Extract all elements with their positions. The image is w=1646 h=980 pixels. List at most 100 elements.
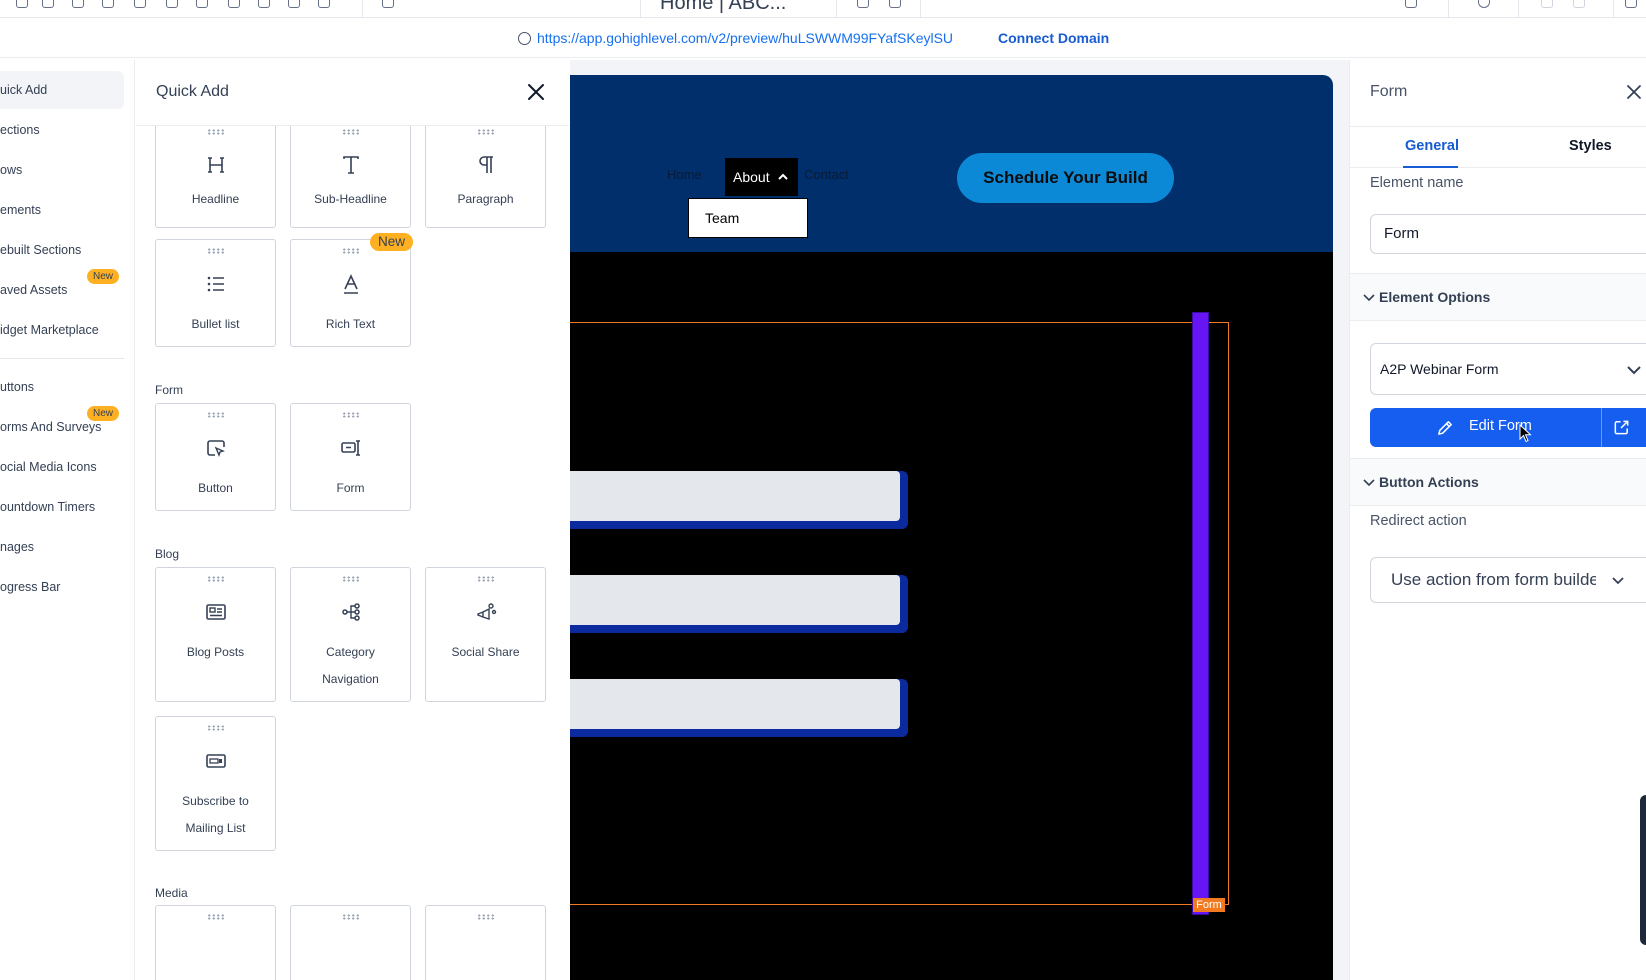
chevron-down-icon [1627,366,1641,375]
sidebar-item-widget-marketplace[interactable]: idget Marketplace [0,311,124,349]
close-icon[interactable] [524,80,548,104]
drag-handle-icon [477,914,495,920]
toolbar-icon[interactable] [102,0,114,8]
nav-link-home[interactable]: Home [667,167,702,182]
toolbar-icon[interactable] [228,0,240,8]
floating-widget-edge[interactable] [1640,795,1646,945]
edit-form-button[interactable]: Edit Form [1370,408,1646,447]
element-card-sub-headline[interactable]: Sub-Headline [290,126,411,228]
toolbar-icon[interactable] [288,0,300,8]
element-card-form[interactable]: Form [290,403,411,511]
sidebar-item-sections[interactable]: ections [0,111,124,149]
device-desktop-icon[interactable] [857,0,869,8]
undo-icon[interactable] [1541,0,1553,8]
preview-url-link[interactable]: https://app.gohighlevel.com/v2/preview/h… [537,30,953,46]
element-card-label: Subscribe to [182,794,249,808]
drag-handle-icon [342,129,360,135]
builder-canvas[interactable]: Home About Contact Team Schedule Your Bu… [570,60,1349,980]
sidebar-item-countdown-timers[interactable]: ountdown Timers [0,488,124,526]
sidebar-item-social-media-icons[interactable]: ocial Media Icons [0,448,124,486]
button-actions-accordion[interactable]: Button Actions [1350,458,1646,506]
close-icon[interactable] [1624,82,1644,102]
element-card-headline[interactable]: Headline [155,126,276,228]
schedule-build-button[interactable]: Schedule Your Build [957,153,1174,203]
preview-url-bar: https://app.gohighlevel.com/v2/preview/h… [0,18,1646,58]
element-card-blog-posts[interactable]: Blog Posts [155,567,276,702]
sidebar-item-quick-add[interactable]: uick Add [0,71,124,109]
form-input-field[interactable] [570,575,908,633]
chevron-down-icon [1612,577,1624,585]
toolbar-icon[interactable] [1405,0,1417,8]
element-card-subscribe-to-mailing-list[interactable]: Subscribe to Mailing List [155,716,276,851]
tab-general[interactable]: General [1405,138,1459,154]
toolbar-icon[interactable] [166,0,178,8]
element-card-label: Navigation [322,672,379,686]
element-card-label: Rich Text [325,317,376,331]
site-header-section[interactable]: Home About Contact Team Schedule Your Bu… [570,75,1333,252]
device-mobile-icon[interactable] [889,0,901,8]
connect-domain-link[interactable]: Connect Domain [998,30,1109,46]
globe-icon [518,32,531,45]
toolbar-icon[interactable] [16,0,28,8]
element-card[interactable] [425,905,546,980]
toolbar-icon[interactable] [1625,0,1637,8]
accordion-title: Element Options [1379,289,1491,305]
sidebar-item-prebuilt-sections[interactable]: ebuilt Sections [0,231,124,269]
nav-dropdown-item-team[interactable]: Team [705,210,739,226]
element-card-button[interactable]: Button [155,403,276,511]
sidebar-item-progress-bar[interactable]: ogress Bar [0,568,124,606]
form-element-bar[interactable] [1192,312,1209,915]
toolbar-icon[interactable] [318,0,330,8]
element-card-paragraph[interactable]: Paragraph [425,126,546,228]
toolbar-divider [362,0,363,17]
element-card-label: Sub-Headline [314,192,387,206]
toolbar-divider [836,0,837,17]
form-input-box[interactable] [570,679,900,729]
element-card-rich-text[interactable]: Rich Text [290,239,411,347]
toolbar-icon[interactable] [42,0,54,8]
sidebar-item-buttons[interactable]: uttons [0,368,124,406]
redirect-action-value: Use action from form builder [1391,570,1596,589]
form-input-box[interactable] [570,471,900,521]
toolbar-icon[interactable] [134,0,146,8]
element-card-bullet-list[interactable]: Bullet list [155,239,276,347]
element-card-category-navigation[interactable]: Category Navigation [290,567,411,702]
form-input-box[interactable] [570,575,900,625]
drag-handle-icon [342,576,360,582]
quick-add-element-list[interactable]: Headline Sub-Headline Paragraph Bullet l… [136,126,569,980]
toolbar-icon[interactable] [72,0,84,8]
toolbar-icon[interactable] [196,0,208,8]
form-input-field[interactable] [570,471,908,529]
tab-styles[interactable]: Styles [1569,138,1612,154]
toolbar-icon[interactable] [382,0,394,8]
element-card[interactable] [155,905,276,980]
sub-headline-icon [343,156,359,174]
form-select-dropdown[interactable]: A2P Webinar Form [1370,343,1646,395]
sidebar-item-rows[interactable]: ows [0,151,124,189]
drag-handle-icon [207,412,225,418]
nav-link-about[interactable]: About [725,158,798,196]
redo-icon[interactable] [1573,0,1585,8]
element-card[interactable] [290,905,411,980]
subscribe-icon [206,754,226,768]
social-share-icon [477,603,497,620]
element-card-label: Paragraph [457,192,514,206]
toolbar-divider [1448,0,1449,17]
redirect-action-dropdown[interactable]: Use action from form builder [1370,557,1646,603]
element-options-accordion[interactable]: Element Options [1350,273,1646,321]
site-form-section[interactable]: Form [570,252,1333,980]
element-category-sidebar: uick Add ections ows ements ebuilt Secti… [0,60,135,980]
top-toolbar: Home | ABC... [0,0,1646,18]
toolbar-icon[interactable] [258,0,270,8]
element-card-label: Social Share [451,645,520,659]
form-input-field[interactable] [570,679,908,737]
element-card-social-share[interactable]: Social Share [425,567,546,702]
history-icon[interactable] [1478,0,1490,8]
element-name-input[interactable]: Form [1370,214,1646,254]
page-tab-title[interactable]: Home | ABC... [660,0,860,14]
nav-link-contact[interactable]: Contact [804,167,849,182]
sidebar-item-images[interactable]: nages [0,528,124,566]
bullet-list-icon [207,276,224,292]
sidebar-item-elements[interactable]: ements [0,191,124,229]
external-link-icon[interactable] [1612,418,1631,437]
